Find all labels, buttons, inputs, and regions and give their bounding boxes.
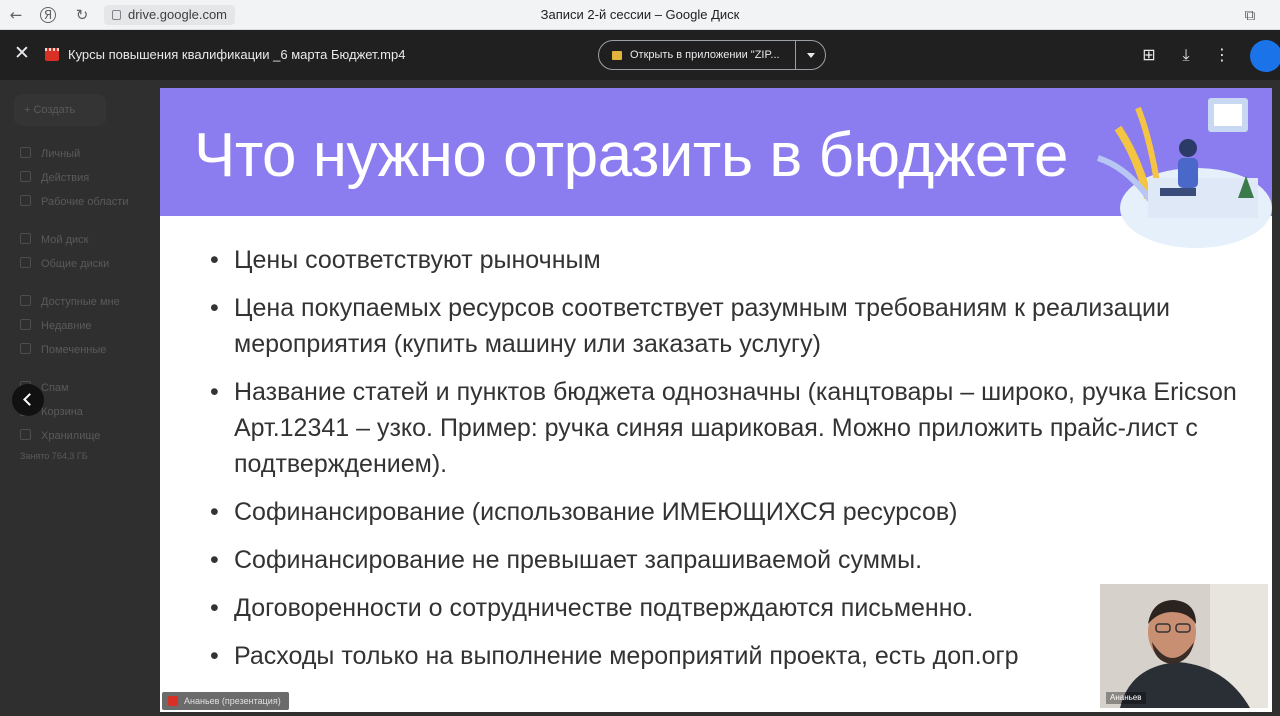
viewer-toolbar: ✕ Курсы повышения квалификации _6 марта …: [0, 30, 1280, 80]
slide-bullet: Цена покупаемых ресурсов соответствует р…: [210, 290, 1270, 362]
open-with-divider: [795, 41, 796, 69]
open-with-label: Открыть в приложении "ZIP...: [630, 49, 780, 61]
workspace-illustration: [1096, 98, 1272, 248]
presenter-tag: Ананьев (презентация): [162, 692, 289, 710]
chevron-left-icon[interactable]: [12, 384, 44, 416]
address-bar[interactable]: drive.google.com: [104, 5, 235, 25]
presentation-icon: [168, 696, 178, 706]
download-icon[interactable]: ⤓: [1175, 44, 1197, 66]
zip-app-icon: [612, 51, 622, 60]
more-vert-icon[interactable]: ⋮: [1211, 44, 1233, 66]
drive-nav-item: Рабочие области: [20, 194, 128, 210]
drive-nav-item: Мой диск: [20, 232, 88, 248]
drive-nav-item: Общие диски: [20, 256, 109, 272]
slide-bullet: Цены соответствуют рыночным: [210, 242, 1270, 278]
slide-bullet: Софинансирование (использование ИМЕЮЩИХС…: [210, 494, 1270, 530]
back-icon[interactable]: ←: [6, 5, 26, 25]
slide-bullet: Название статей и пунктов бюджета однозн…: [210, 374, 1270, 482]
browser-toolbar: ← Я ↻ drive.google.com Записи 2-й сессии…: [0, 0, 1280, 30]
drive-nav-item: Недавние: [20, 318, 92, 334]
extension-icon[interactable]: ⧉: [1240, 5, 1260, 25]
close-icon[interactable]: ✕: [12, 44, 32, 64]
speaker-video: [1100, 584, 1268, 708]
create-button: + Создать: [14, 94, 106, 126]
drive-storage: Занято 764,3 ГБ: [20, 451, 88, 461]
add-shortcut-icon[interactable]: ⊞: [1138, 44, 1160, 66]
reload-icon[interactable]: ↻: [72, 5, 92, 25]
slide-title: Что нужно отразить в бюджете: [194, 121, 1068, 190]
account-avatar[interactable]: [1250, 40, 1280, 72]
drive-nav-item: Хранилище: [20, 428, 100, 444]
lock-icon: [112, 10, 121, 20]
drive-nav-item: Действия: [20, 170, 89, 186]
drive-nav-item: Личный: [20, 146, 80, 162]
drive-nav-item: Доступные мне: [20, 294, 120, 310]
video-file-icon: [45, 48, 59, 61]
chevron-down-icon[interactable]: [799, 41, 825, 69]
speaker-name: Ананьев: [1106, 692, 1146, 704]
open-with-button[interactable]: Открыть в приложении "ZIP...: [598, 40, 826, 70]
webcam-overlay: Ананьев: [1100, 584, 1268, 708]
url-text: drive.google.com: [128, 7, 227, 22]
slide-bullet: Софинансирование не превышает запрашивае…: [210, 542, 1270, 578]
yandex-icon[interactable]: Я: [40, 7, 56, 23]
drive-nav-item: Помеченные: [20, 342, 106, 358]
file-name: Курсы повышения квалификации _6 марта Бю…: [68, 47, 406, 62]
